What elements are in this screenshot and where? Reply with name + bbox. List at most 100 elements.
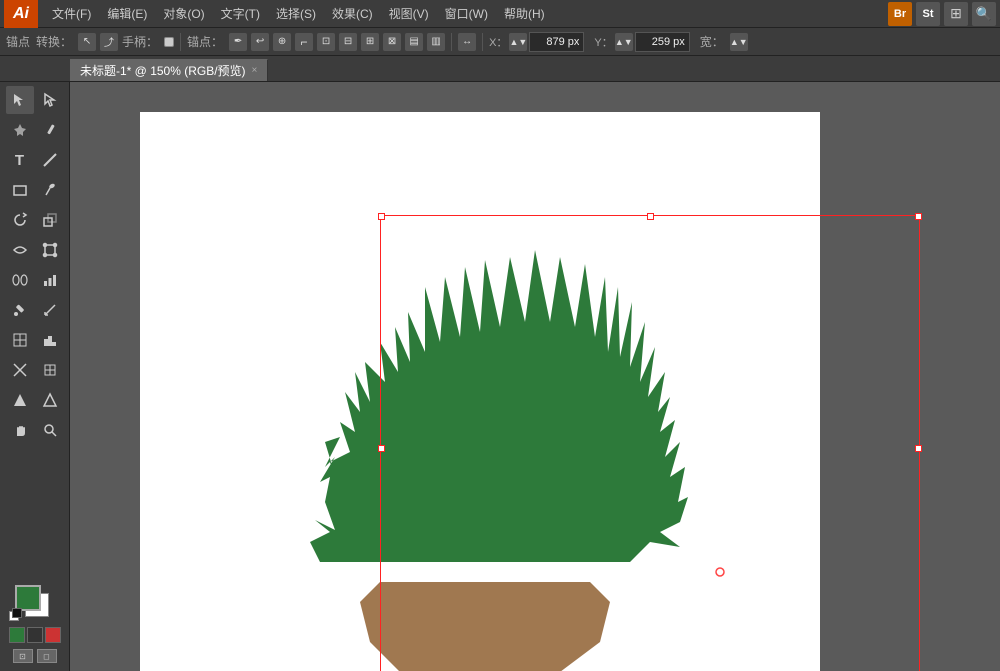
mini-swatches: [9, 627, 61, 643]
view-mode-row: ⊡ ◻: [13, 649, 57, 663]
app-logo: Ai: [4, 0, 38, 28]
rect-tool[interactable]: [6, 176, 34, 204]
hand-tool[interactable]: [6, 416, 34, 444]
color-section: ⊡ ◻: [0, 579, 69, 667]
tool-row-paint: [0, 386, 69, 414]
x-label: X：: [489, 34, 507, 50]
tool-row-hand: [0, 416, 69, 444]
scale-tool[interactable]: [36, 206, 64, 234]
live-paint-select-tool[interactable]: [36, 386, 64, 414]
sep2: [451, 33, 452, 51]
pencil-tool[interactable]: [36, 116, 64, 144]
shape-btn7[interactable]: ▥: [427, 33, 445, 51]
handle-tr[interactable]: [915, 213, 922, 220]
shape-btn6[interactable]: ▤: [405, 33, 423, 51]
sep3: [482, 33, 483, 51]
tab-title: 未标题-1* @ 150% (RGB/预览): [80, 62, 246, 79]
tool-row-eyedropper: [0, 296, 69, 324]
w-label: 宽：: [700, 33, 724, 50]
shape-btn1[interactable]: ⌐: [295, 33, 313, 51]
anchor-label2: 锚点：: [187, 33, 223, 50]
canvas-area[interactable]: [70, 82, 1000, 671]
menu-window[interactable]: 窗口(W): [437, 3, 496, 24]
menu-edit[interactable]: 编辑(E): [99, 3, 155, 24]
tab-bar: 未标题-1* @ 150% (RGB/预览) ×: [0, 56, 1000, 82]
menu-file[interactable]: 文件(F): [44, 3, 99, 24]
eyedropper-tool[interactable]: [6, 296, 34, 324]
handle-label: 手柄：: [122, 33, 158, 50]
tool-row-slice: [0, 356, 69, 384]
direct-select-tool[interactable]: [36, 86, 64, 114]
shape-btn5[interactable]: ⊠: [383, 33, 401, 51]
document-tab[interactable]: 未标题-1* @ 150% (RGB/预览) ×: [70, 59, 268, 81]
menu-text[interactable]: 文字(T): [213, 3, 268, 24]
tool-row-type: T: [0, 146, 69, 174]
blend-tool[interactable]: [6, 266, 34, 294]
tool-row-select: [0, 86, 69, 114]
tab-close-btn[interactable]: ×: [252, 65, 258, 76]
shape-btn2[interactable]: ⊡: [317, 33, 335, 51]
toolbar1: 锚点 转换： ↖ ⤴ 手柄： 锚点： ✒ ↩ ⊕ ⌐ ⊡ ⊟ ⊞ ⊠ ▤ ▥ ↔…: [0, 28, 1000, 56]
anchor-icon[interactable]: ✒: [229, 33, 247, 51]
menu-help[interactable]: 帮助(H): [496, 3, 553, 24]
menu-view[interactable]: 视图(V): [381, 3, 437, 24]
anchor-btn3[interactable]: ⊕: [273, 33, 291, 51]
menu-object[interactable]: 对象(O): [155, 3, 212, 24]
x-coord-field: X： ▲▼: [489, 32, 584, 52]
mini-swatch-red[interactable]: [45, 627, 61, 643]
workspace-icon[interactable]: ⊞: [944, 2, 968, 26]
transform-label: 转换：: [36, 33, 72, 50]
shape-btn4[interactable]: ⊞: [361, 33, 379, 51]
warp-tool[interactable]: [6, 236, 34, 264]
y-increment-icon[interactable]: ▲▼: [615, 33, 633, 51]
free-transform-tool[interactable]: [36, 236, 64, 264]
mini-swatch-gray[interactable]: [27, 627, 43, 643]
anchor-btn2[interactable]: ↩: [251, 33, 269, 51]
type-tool[interactable]: T: [6, 146, 34, 174]
arrow-btn[interactable]: ↔: [458, 33, 476, 51]
column-graph-tool[interactable]: [36, 266, 64, 294]
tool-row-shape: [0, 176, 69, 204]
menu-select[interactable]: 选择(S): [268, 3, 324, 24]
tool-row-mesh: [0, 326, 69, 354]
pen-tool[interactable]: [6, 116, 34, 144]
change-screen-btn[interactable]: ◻: [37, 649, 57, 663]
zoom-tool[interactable]: [36, 416, 64, 444]
handle-icon[interactable]: [164, 37, 174, 47]
line-tool[interactable]: [36, 146, 64, 174]
y-coord-field: Y： ▲▼: [594, 32, 689, 52]
brush-tool[interactable]: [36, 176, 64, 204]
stock-icon[interactable]: St: [916, 2, 940, 26]
tool-row-warp: [0, 236, 69, 264]
transform-btn1[interactable]: ↖: [78, 33, 96, 51]
tool-row-pen: [0, 116, 69, 144]
y-input[interactable]: [635, 32, 690, 52]
shape-btn3[interactable]: ⊟: [339, 33, 357, 51]
slice-tool[interactable]: [6, 356, 34, 384]
left-toolbar: T: [0, 82, 70, 671]
mini-swatch-green[interactable]: [9, 627, 25, 643]
screen-mode-btn[interactable]: ⊡: [13, 649, 33, 663]
w-increment-icon[interactable]: ▲▼: [730, 33, 748, 51]
handle-mr[interactable]: [915, 445, 922, 452]
measure-tool[interactable]: [36, 296, 64, 324]
main-area: T: [0, 82, 1000, 671]
bridge-icon[interactable]: Br: [888, 2, 912, 26]
artwork-svg: [140, 112, 820, 671]
x-input[interactable]: [529, 32, 584, 52]
menu-bar-right: Br St ⊞ 🔍: [888, 2, 996, 26]
slice-select-tool[interactable]: [36, 356, 64, 384]
tool-row-rotate: [0, 206, 69, 234]
search-icon[interactable]: 🔍: [972, 2, 996, 26]
menu-effect[interactable]: 效果(C): [324, 3, 381, 24]
rotate-tool[interactable]: [6, 206, 34, 234]
mesh-tool[interactable]: [6, 326, 34, 354]
live-paint-tool[interactable]: [6, 386, 34, 414]
x-increment-icon[interactable]: ▲▼: [509, 33, 527, 51]
select-tool[interactable]: [6, 86, 34, 114]
tool-row-blend: [0, 266, 69, 294]
y-label: Y：: [594, 34, 612, 50]
sep1: [180, 33, 181, 51]
bar-chart-tool[interactable]: [36, 326, 64, 354]
transform-btn2[interactable]: ⤴: [100, 33, 118, 51]
